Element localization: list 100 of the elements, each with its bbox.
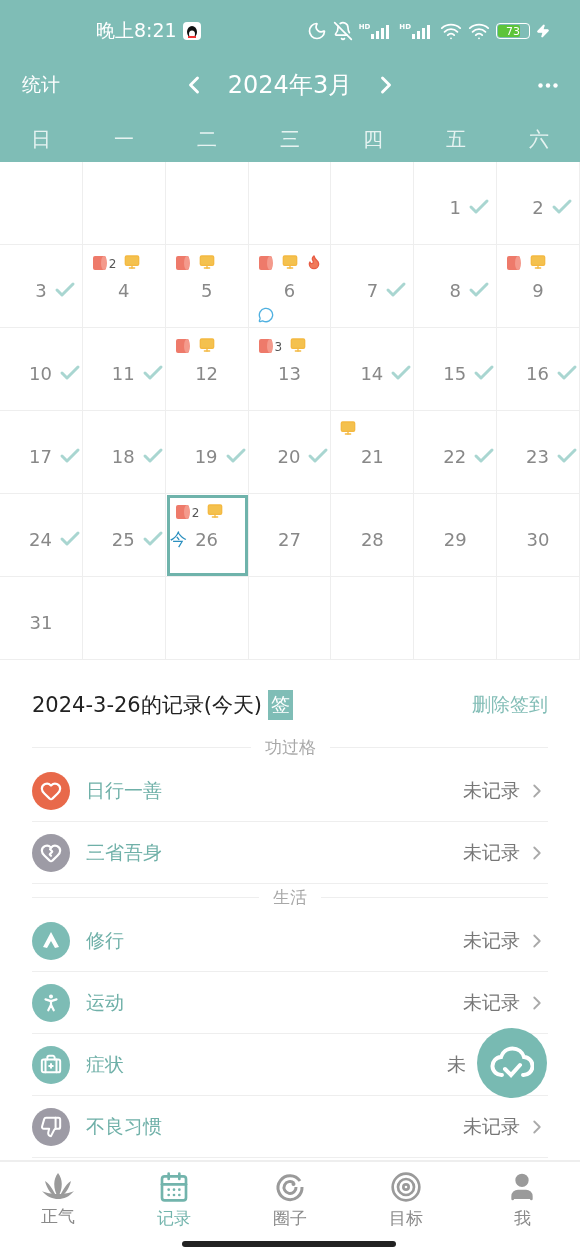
day-cell[interactable]: 21 <box>331 411 415 494</box>
day-cell[interactable]: 20 <box>248 411 332 494</box>
weekday-label: 日 <box>30 125 53 153</box>
statistics-link[interactable]: 统计 <box>22 72 60 98</box>
lotus-icon <box>41 1171 75 1201</box>
paper-roll-icon <box>257 336 274 354</box>
day-cell[interactable]: 19 <box>165 411 249 494</box>
selected-day-cell[interactable]: 2 今 26 <box>165 494 249 577</box>
item-status: 未 <box>447 1051 466 1077</box>
thumbs-down-icon <box>40 1115 62 1138</box>
day-cell[interactable]: 18 <box>82 411 166 494</box>
paper-roll-icon <box>174 253 191 271</box>
day-number: 30 <box>526 528 550 550</box>
battery-reading: 73 <box>505 24 521 38</box>
item-label[interactable]: 不良习惯 <box>86 1113 162 1140</box>
day-number: 22 <box>443 445 467 467</box>
day-cell[interactable]: 6 <box>248 245 332 328</box>
item-status: 未记录 <box>463 839 520 865</box>
day-cell[interactable]: 14 <box>331 328 415 411</box>
day-number: 21 <box>360 445 384 467</box>
weekday-label: 三 <box>279 125 301 153</box>
day-cell[interactable]: 2 <box>497 162 580 245</box>
tab-item[interactable]: 我 <box>464 1170 580 1236</box>
delete-checkin-link[interactable]: 删除签到 <box>472 692 548 718</box>
day-number: 18 <box>111 445 135 467</box>
record-title: 2024-3-26的记录(今天) <box>32 692 263 719</box>
item-label[interactable]: 三省吾身 <box>86 839 162 866</box>
tab-item[interactable]: 正气 <box>0 1170 116 1236</box>
day-number: 27 <box>278 528 301 550</box>
day-number: 6 <box>283 279 296 301</box>
day-cell[interactable]: 28 <box>331 494 415 577</box>
day-cell[interactable]: 5 <box>165 245 249 328</box>
day-cell[interactable]: 29 <box>414 494 498 577</box>
signed-badge: 签 <box>268 690 294 720</box>
day-number: 23 <box>526 445 549 467</box>
day-cell[interactable]: 7 <box>331 245 415 328</box>
more-button[interactable] <box>538 82 558 88</box>
day-cell[interactable]: 15 <box>414 328 498 411</box>
day-number: 20 <box>277 445 301 467</box>
count-label: 2 <box>108 256 117 271</box>
tab-item[interactable]: 记录 <box>116 1170 232 1236</box>
item-status: 未记录 <box>463 777 520 803</box>
monitor-icon <box>530 254 547 270</box>
day-cell[interactable]: 27 <box>248 494 332 577</box>
day-number: 1 <box>449 196 461 218</box>
weekday-label: 二 <box>196 125 219 153</box>
day-cell[interactable]: 3 <box>0 245 83 328</box>
day-cell[interactable]: 22 <box>414 411 498 494</box>
item-status: 未记录 <box>463 989 520 1015</box>
ring-icon <box>274 1171 306 1203</box>
day-cell[interactable]: 2 4 <box>82 245 166 328</box>
item-status: 未记录 <box>463 927 520 953</box>
day-cell[interactable]: 9 <box>497 245 580 328</box>
day-cell[interactable]: 16 <box>497 328 580 411</box>
calendar-icon <box>158 1171 190 1203</box>
day-cell[interactable]: 17 <box>0 411 83 494</box>
day-number: 31 <box>29 611 53 633</box>
day-cell[interactable]: 25 <box>82 494 166 577</box>
monitor-icon <box>340 420 357 436</box>
day-cell[interactable]: 12 <box>165 328 249 411</box>
bell-off-icon <box>332 21 353 41</box>
item-label[interactable]: 症状 <box>86 1051 124 1078</box>
paper-roll-icon <box>506 253 523 271</box>
tab-item[interactable]: 目标 <box>348 1170 464 1236</box>
item-label[interactable]: 运动 <box>86 989 124 1016</box>
day-cell[interactable]: 10 <box>0 328 83 411</box>
item-label[interactable]: 日行一善 <box>86 777 162 804</box>
day-number: 26 <box>195 528 219 550</box>
monitor-icon <box>207 503 224 519</box>
day-number: 11 <box>111 362 135 384</box>
count-label: 2 <box>191 505 200 520</box>
day-number: 14 <box>360 362 384 384</box>
monitor-icon <box>198 337 215 353</box>
day-cell[interactable]: 30 <box>497 494 580 577</box>
day-number: 19 <box>194 445 218 467</box>
day-cell[interactable]: 3 13 <box>248 328 332 411</box>
count-label: 3 <box>274 339 283 354</box>
day-cell[interactable]: 8 <box>414 245 498 328</box>
weekday-label: 六 <box>527 125 550 153</box>
monitor-icon <box>281 254 298 270</box>
day-number: 29 <box>443 528 467 550</box>
monitor-icon <box>124 254 141 270</box>
comment-icon <box>257 307 274 323</box>
day-number: 24 <box>28 528 52 550</box>
day-cell[interactable]: 11 <box>82 328 166 411</box>
item-label[interactable]: 修行 <box>86 927 124 954</box>
day-cell[interactable]: 31 <box>0 577 83 660</box>
day-number: 16 <box>526 362 549 384</box>
tab-item[interactable]: 圈子 <box>232 1170 348 1236</box>
day-cell[interactable]: 24 <box>0 494 83 577</box>
paper-roll-icon <box>174 336 191 354</box>
section-title: 功过格 <box>264 735 316 759</box>
day-number: 2 <box>532 196 544 218</box>
day-number: 5 <box>200 279 213 301</box>
month-title: 2024年3月 <box>227 70 353 101</box>
day-cell[interactable]: 1 <box>414 162 498 245</box>
weekday-label: 四 <box>361 125 384 153</box>
paper-roll-icon <box>91 253 108 271</box>
day-number: 13 <box>278 362 301 384</box>
day-cell[interactable]: 23 <box>497 411 580 494</box>
